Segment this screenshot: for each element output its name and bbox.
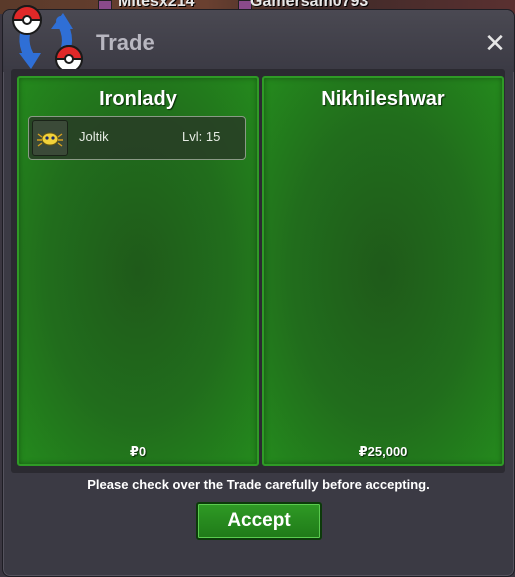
pokemon-level: Lvl: 15 <box>182 129 221 144</box>
close-button[interactable]: ✕ <box>484 30 506 56</box>
left-player-name: Ironlady <box>99 88 177 110</box>
trade-panels: Ironlady Joltik Lvl: 15 ₽0 Nikhileshwar … <box>11 69 505 473</box>
window-title: Trade <box>96 30 155 55</box>
pokemon-offer-item[interactable]: Joltik Lvl: 15 <box>28 116 246 160</box>
joltik-sprite-icon <box>32 120 68 156</box>
trade-window: Trade ✕ Ironlady Joltik Lvl: 15 ₽0 Nikhi… <box>2 5 515 577</box>
trade-notice: Please check over the Trade carefully be… <box>87 477 430 492</box>
right-trade-panel: Nikhileshwar ₽25,000 <box>262 76 504 466</box>
accept-button[interactable]: Accept <box>196 502 322 540</box>
right-player-name: Nikhileshwar <box>321 88 445 110</box>
left-money-offer: ₽0 <box>129 444 147 459</box>
left-trade-panel: Ironlady Joltik Lvl: 15 ₽0 <box>17 76 259 466</box>
right-money-offer: ₽25,000 <box>358 444 408 459</box>
pokemon-name: Joltik <box>79 129 109 144</box>
